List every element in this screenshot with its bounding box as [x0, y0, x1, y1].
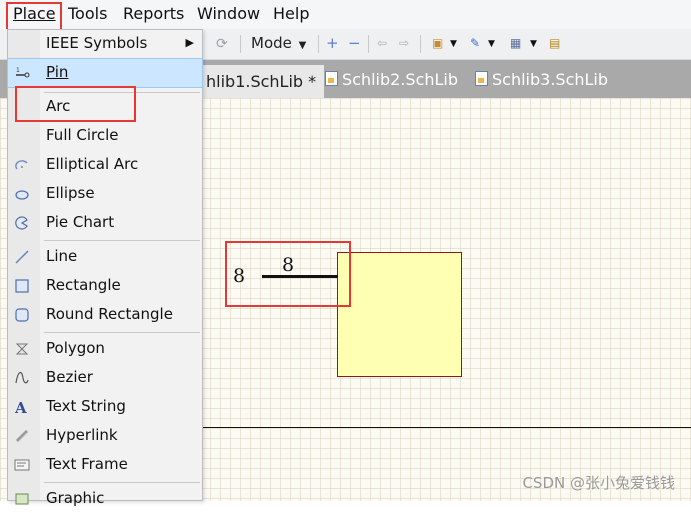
pin-item-highlight-box: [15, 86, 136, 122]
ellipse-icon: [15, 190, 29, 200]
grid-icon[interactable]: ▦: [510, 36, 521, 50]
chevron-right-icon: ▶: [185, 36, 194, 49]
schlib-document-icon: [475, 71, 488, 86]
menu-item-polygon[interactable]: Polygon: [8, 335, 202, 363]
menu-window[interactable]: Window: [197, 4, 260, 23]
chevron-down-icon: ▼: [298, 40, 307, 51]
watermark: CSDN @张小兔爱钱钱: [522, 474, 675, 492]
place-menu: IEEE Symbols ▶ 1 Pin Arc Full Circle Ell…: [7, 29, 203, 507]
bezier-icon: [15, 372, 29, 384]
arrow-left-icon[interactable]: ⇦: [377, 36, 387, 50]
pen-icon[interactable]: ✎: [470, 36, 480, 50]
menu-item-full-circle[interactable]: Full Circle: [8, 122, 202, 150]
redo-icon[interactable]: ⟳: [216, 36, 228, 52]
menu-reports[interactable]: Reports: [123, 4, 184, 23]
menu-item-line[interactable]: Line: [8, 243, 202, 271]
text-string-icon: A: [14, 399, 27, 415]
menu-item-pin[interactable]: 1 Pin: [7, 58, 203, 88]
chevron-down-icon[interactable]: ▼: [530, 39, 537, 49]
menu-item-ieee-symbols[interactable]: IEEE Symbols ▶: [8, 30, 202, 58]
menu-place-highlight-box: [6, 2, 62, 31]
menu-item-hyperlink[interactable]: Hyperlink: [8, 422, 202, 450]
rectangle-icon: [15, 279, 29, 293]
tab-schlib3[interactable]: Schlib3.SchLib: [475, 68, 608, 96]
line-icon: [15, 250, 29, 264]
menu-item-text-string[interactable]: A Text String: [8, 393, 202, 421]
pin-highlight-box: [225, 241, 351, 307]
hyperlink-icon: [15, 429, 29, 443]
text-frame-icon: [14, 459, 30, 471]
toolbar-separator: [420, 35, 421, 53]
toolbar-separator: [240, 35, 241, 53]
tab-schlib2[interactable]: Schlib2.SchLib: [325, 68, 458, 96]
toolbar-separator: [318, 35, 319, 53]
svg-text:A: A: [14, 399, 27, 415]
menu-item-elliptical-arc[interactable]: Elliptical Arc: [8, 151, 202, 179]
pin-icon: 1: [16, 67, 30, 78]
add-icon[interactable]: +: [326, 34, 339, 52]
arrow-right-icon[interactable]: ⇨: [399, 36, 409, 50]
menu-item-bezier[interactable]: Bezier: [8, 364, 202, 392]
menu-item-ellipse[interactable]: Ellipse: [8, 180, 202, 208]
menu-item-text-frame[interactable]: Text Frame: [8, 451, 202, 479]
menu-separator: [44, 482, 200, 483]
chevron-down-icon[interactable]: ▼: [488, 39, 495, 49]
elliptical-arc-icon: [15, 160, 28, 170]
menu-item-round-rectangle[interactable]: Round Rectangle: [8, 301, 202, 329]
menu-tools[interactable]: Tools: [68, 4, 107, 23]
menu-bar: Place Tools Reports Window Help: [0, 0, 691, 31]
canvas-guide-line: [200, 427, 691, 428]
menu-item-rectangle[interactable]: Rectangle: [8, 272, 202, 300]
round-rectangle-icon: [15, 308, 29, 322]
svg-text:1: 1: [16, 67, 20, 74]
menu-separator: [44, 240, 200, 241]
menu-item-graphic[interactable]: Graphic: [8, 485, 202, 513]
mode-dropdown[interactable]: Mode ▼: [251, 34, 306, 52]
tab-schlib1[interactable]: hlib1.SchLib *: [200, 65, 325, 98]
clipboard-icon[interactable]: ▤: [549, 36, 560, 50]
toolbar-separator: [368, 35, 369, 53]
menu-item-pie-chart[interactable]: Pie Chart: [8, 209, 202, 237]
polygon-icon: [15, 343, 29, 355]
component-body-rectangle[interactable]: [337, 252, 462, 377]
menu-separator: [44, 332, 200, 333]
component-icon[interactable]: ▣: [432, 36, 443, 50]
menu-help[interactable]: Help: [273, 4, 309, 23]
graphic-icon: [15, 493, 29, 505]
pie-chart-icon: [15, 216, 28, 230]
schlib-document-icon: [325, 71, 338, 86]
chevron-down-icon[interactable]: ▼: [450, 39, 457, 49]
remove-icon[interactable]: −: [348, 34, 361, 52]
